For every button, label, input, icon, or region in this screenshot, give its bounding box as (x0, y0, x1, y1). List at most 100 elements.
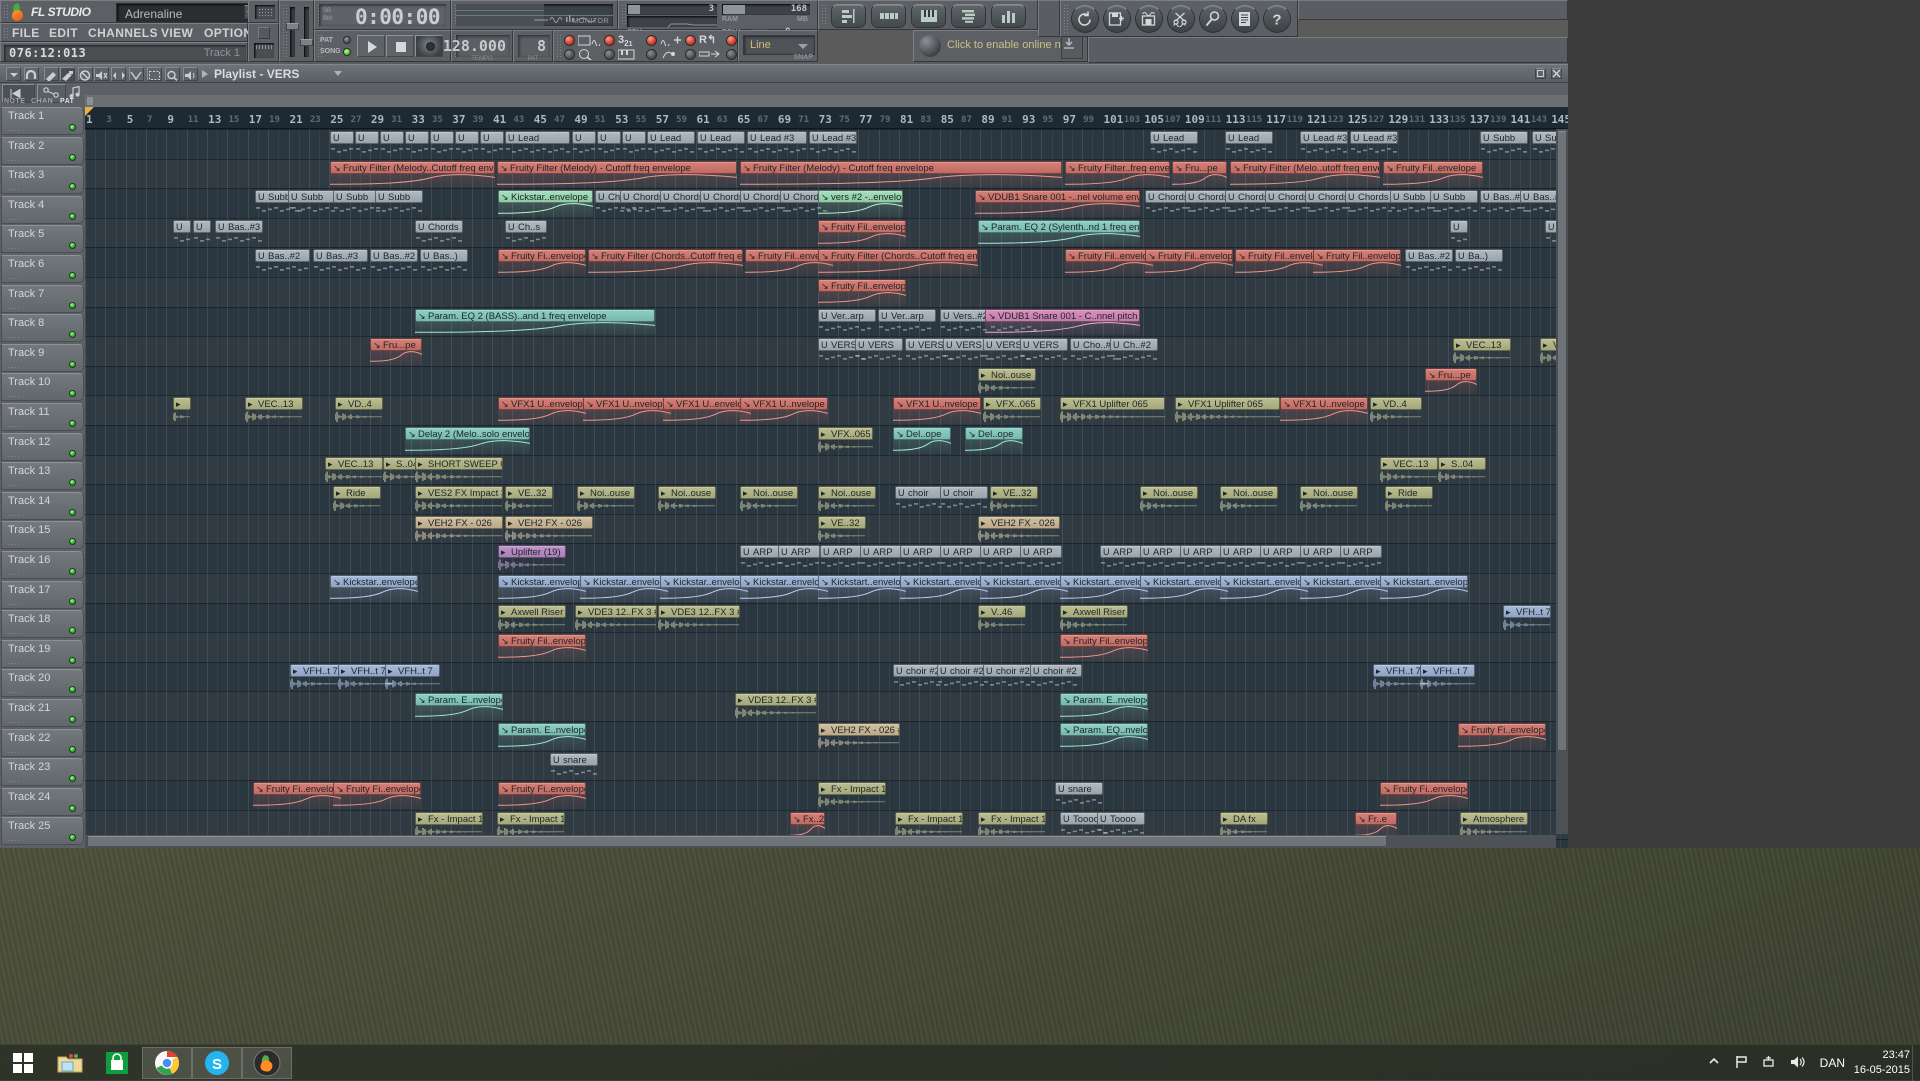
track-header[interactable]: Track 17.... (1, 581, 84, 609)
track-enable-led[interactable] (69, 450, 76, 457)
playlist-clip[interactable]: ↘Del..ope (965, 427, 1023, 440)
vertical-scroll-thumb[interactable] (1557, 131, 1567, 751)
playlist-clip[interactable]: ↘Kickstart..envelope (900, 575, 988, 588)
zoom-tool-button-playlist[interactable] (165, 67, 180, 81)
playlist-clip[interactable]: U (430, 131, 454, 144)
playlist-clip[interactable]: U (330, 131, 354, 144)
horizontal-scroll-thumb[interactable] (87, 836, 1387, 847)
playlist-clip[interactable]: ↘Fruity Filter (Melody..Cutoff freq enve… (330, 161, 495, 174)
playlist-clip[interactable]: ▸Noi..ouse (577, 486, 635, 499)
playlist-clip[interactable]: ▸VEC..13 (325, 457, 383, 470)
track-header[interactable]: Track 23.... (1, 758, 84, 786)
playlist-clip[interactable]: ▸VFH..t 7 (1503, 605, 1551, 618)
playlist-clip[interactable]: ↘Kickstar..envelope (660, 575, 748, 588)
playlist-clip[interactable]: ▸VD..4 (335, 397, 383, 410)
blend-led[interactable] (604, 49, 615, 60)
playlist-clip[interactable]: Uchoir #2 (937, 664, 989, 677)
playlist-clip[interactable]: UCh..#2 (1110, 338, 1158, 351)
track-enable-led[interactable] (69, 390, 76, 397)
playlist-clip[interactable]: ↘Kickstart..envelope (818, 575, 906, 588)
playlist-clip[interactable]: ▸VEH2 FX - 026 (505, 516, 593, 529)
playlist-clip[interactable]: ULead #3 (1300, 131, 1348, 144)
playlist-clip[interactable]: ▸VES2 FX Impact 32 (415, 486, 503, 499)
playlist-clip[interactable]: U (380, 131, 404, 144)
playlist-expand-arrow[interactable] (202, 70, 208, 78)
playlist-clip[interactable]: ▸VEH2 FX - 026 (978, 516, 1060, 529)
playlist-clip[interactable]: UARP (820, 545, 862, 558)
track-enable-led[interactable] (69, 479, 76, 486)
playlist-clip[interactable]: ↘VFX1 U..nvelope (1280, 397, 1368, 410)
playlist-clip[interactable]: ULead #3 (747, 131, 807, 144)
playlist-clip[interactable]: ↘Fruity Fil..envelope (1145, 249, 1233, 262)
playlist-clip[interactable]: ↘Param. EQ..nvelope (1060, 723, 1148, 736)
playlist-clip[interactable]: ULead #3 (1350, 131, 1398, 144)
playlist-clip[interactable]: ▸VFH..t 7 (1420, 664, 1475, 677)
playlist-window-button[interactable] (831, 4, 866, 28)
playlist-clip[interactable]: ▸Noi..ouse (818, 486, 876, 499)
playlist-clip[interactable]: ↘Fruity Fil..envelope (1235, 249, 1323, 262)
playback-tool-button[interactable] (183, 67, 198, 81)
playlist-clip[interactable]: ↘Fru...pe (370, 338, 422, 351)
playlist-clip[interactable]: ↘Param. E..nvelope (1060, 693, 1148, 706)
playlist-clip[interactable]: USubb (333, 190, 381, 203)
track-enable-led[interactable] (69, 124, 76, 131)
playlist-clip[interactable]: Uchoir (940, 486, 988, 499)
playlist-clip[interactable]: UVERS (855, 338, 903, 351)
playlist-clip[interactable]: ↘Delay 2 (Melo..solo envelope (405, 427, 530, 440)
playlist-clip[interactable]: UBas..#2 (255, 249, 310, 262)
midi-led[interactable] (646, 35, 657, 46)
playlist-clip[interactable]: ↘vers #2 -..envelope (818, 190, 903, 203)
playlist-clip[interactable]: ↘VFX1 U..envelope (663, 397, 751, 410)
playlist-clip[interactable]: ↘Kickstart..envelope (1220, 575, 1308, 588)
playlist-clip[interactable]: U (173, 220, 191, 233)
playlist-clip[interactable]: UARP (940, 545, 982, 558)
magnet-snap-button[interactable] (24, 67, 39, 81)
track-header[interactable]: Track 25.... (1, 817, 84, 845)
playlist-title-caret[interactable] (334, 71, 342, 76)
playlist-clip[interactable]: ▸VDE3 12..FX 3 #2 (735, 693, 817, 706)
speaker-icon[interactable] (1789, 1055, 1805, 1069)
track-header[interactable]: Track 11.... (1, 403, 84, 431)
mute-tool-button[interactable] (94, 67, 109, 81)
playlist-clip[interactable]: ↘Fruity Filter (Melo..utoff freq envelop… (1230, 161, 1380, 174)
taskbar-time[interactable]: 23:47 (1882, 1048, 1910, 1063)
track-enable-led[interactable] (69, 686, 76, 693)
track-enable-led[interactable] (69, 154, 76, 161)
playlist-clip[interactable]: ↘Fruity Fil..envelope (818, 220, 906, 233)
playlist-clip[interactable]: USubb (1480, 131, 1528, 144)
tool-led[interactable] (726, 49, 737, 60)
playlist-clip[interactable]: ▸VEC..13 (1453, 338, 1511, 351)
track-enable-led[interactable] (69, 834, 76, 841)
track-header[interactable]: Track 7.... (1, 285, 84, 313)
track-header[interactable]: Track 24.... (1, 788, 84, 816)
playlist-clip[interactable]: ▸Fx - Impact 1 (497, 812, 565, 825)
playlist-clip[interactable]: UVERS (1020, 338, 1068, 351)
playlist-clip[interactable]: UARP (980, 545, 1022, 558)
playlist-clip[interactable]: ▸Noi..ouse (978, 368, 1036, 381)
playlist-clip[interactable]: ▸Uplifter (19) (498, 545, 566, 558)
track-header[interactable]: Track 18.... (1, 610, 84, 638)
playlist-clip[interactable]: ↘Fruity Fil..envelope (1065, 249, 1153, 262)
playlist-clip[interactable]: U (622, 131, 646, 144)
playlist-clip[interactable]: ↘Kickstart..envelope (1380, 575, 1468, 588)
playlist-clip[interactable]: ↘VFX1 U..nvelope (583, 397, 671, 410)
playlist-clip[interactable]: U (597, 131, 621, 144)
playlist-clip[interactable]: ↘Fruity Filter..freq envelope (1065, 161, 1170, 174)
playlist-clip[interactable]: ↘Fx..2 (790, 812, 825, 825)
playlist-clip[interactable]: ▸VDE3 12..FX 3 #2 (658, 605, 740, 618)
playlist-clip[interactable]: ▸VE..32 (990, 486, 1038, 499)
wave-led[interactable] (564, 49, 575, 60)
track-enable-led[interactable] (69, 775, 76, 782)
track-header[interactable]: Track 15.... (1, 521, 84, 549)
playlist-clip[interactable]: ↘Fruity Fi..envelope (333, 782, 421, 795)
chrome-button[interactable] (142, 1047, 192, 1079)
track-enable-led[interactable] (69, 657, 76, 664)
slice-tool-button[interactable] (129, 67, 144, 81)
playlist-clip[interactable]: ULead (505, 131, 570, 144)
help-button[interactable]: ? (1263, 5, 1291, 33)
playlist-clip[interactable]: Uchoir (895, 486, 943, 499)
playlist-clip[interactable]: UARP (1140, 545, 1182, 558)
tempo-display[interactable]: 128.000 (456, 35, 510, 57)
playlist-clip[interactable]: Uchoir #2 (1030, 664, 1082, 677)
playlist-clip[interactable]: ▸S..04 (1438, 457, 1486, 470)
